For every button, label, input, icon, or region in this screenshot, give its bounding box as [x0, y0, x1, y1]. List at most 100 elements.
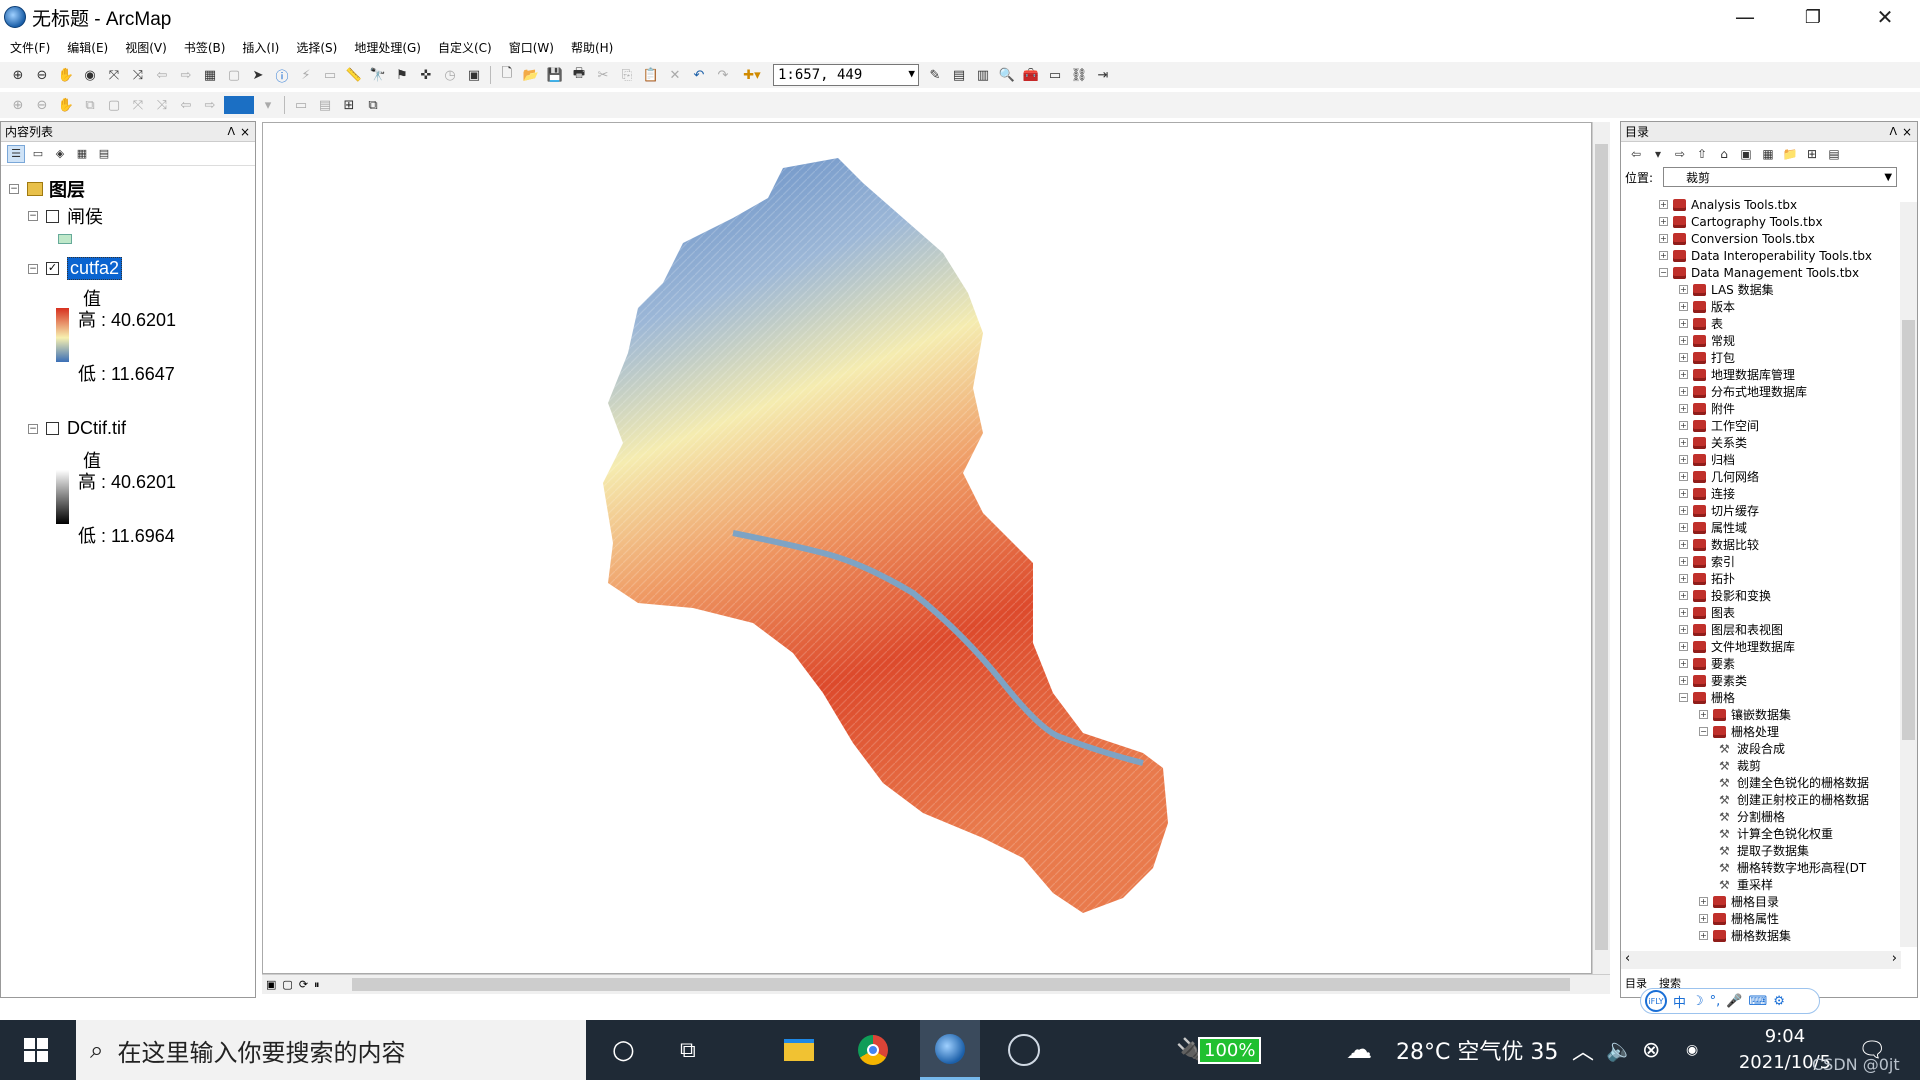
expand-icon[interactable]: +	[1699, 931, 1708, 940]
select-features-icon[interactable]: ▦	[200, 65, 220, 85]
find-route-icon[interactable]: ⚑	[392, 65, 412, 85]
catalog-toolset-item[interactable]: + 图表	[1679, 604, 1735, 621]
layer-visibility-checkbox[interactable]	[46, 209, 59, 223]
catalog-toolset-item[interactable]: + 栅格目录	[1699, 893, 1779, 910]
expand-icon[interactable]: +	[1679, 506, 1688, 515]
pan-icon[interactable]: ✋	[56, 65, 76, 85]
scroll-thumb[interactable]	[352, 978, 1570, 991]
catalog-toolset-item[interactable]: + 地理数据库管理	[1679, 366, 1795, 383]
ifly-logo-icon[interactable]: iFLY	[1645, 990, 1667, 1012]
expand-icon[interactable]: +	[1679, 591, 1688, 600]
scroll-thumb[interactable]	[1902, 320, 1915, 740]
restore-button[interactable]: ❐	[1778, 0, 1848, 34]
layers-root[interactable]: − 图层	[9, 176, 85, 202]
fixed-zoom-in-icon[interactable]: ⤧	[104, 65, 124, 85]
catalog-window-icon[interactable]: ▥	[973, 65, 993, 85]
catalog-toolset-item[interactable]: + 图层和表视图	[1679, 621, 1783, 638]
ifly-tray-icon[interactable]: ◉	[1686, 1020, 1698, 1080]
catalog-tool-item[interactable]: ⚒ 计算全色锐化权重	[1719, 825, 1833, 842]
select-elements-icon[interactable]: ➤	[248, 65, 268, 85]
connect-folder-icon[interactable]: ▣	[1737, 145, 1755, 163]
catalog-toolset-item[interactable]: + 文件地理数据库	[1679, 638, 1795, 655]
go-to-xy-icon[interactable]: ✜	[416, 65, 436, 85]
scroll-thumb[interactable]	[1595, 144, 1608, 950]
close-icon[interactable]: ×	[1902, 125, 1912, 139]
find-icon[interactable]: 🔭	[368, 65, 388, 85]
view-options-icon[interactable]: ▦	[1759, 145, 1777, 163]
list-by-selection-icon[interactable]: ▦	[73, 145, 91, 163]
zoom-in-icon[interactable]: ⊕	[8, 65, 28, 85]
collapse-icon[interactable]: −	[28, 211, 38, 221]
expand-icon[interactable]: +	[1679, 302, 1688, 311]
expand-icon[interactable]: +	[1679, 353, 1688, 362]
catalog-toolset-item[interactable]: + 归档	[1679, 451, 1735, 468]
print-icon[interactable]: 🖶	[569, 65, 589, 85]
tab-catalog[interactable]: 目录	[1625, 975, 1647, 991]
catalog-horizontal-scrollbar[interactable]: ‹ ›	[1621, 951, 1901, 969]
windows-start-icon[interactable]	[24, 1038, 48, 1062]
task-view-icon[interactable]: ⧉	[680, 1020, 696, 1080]
expand-icon[interactable]: +	[1659, 200, 1668, 209]
scroll-right-icon[interactable]: ›	[1892, 951, 1897, 966]
layer-cutfa2[interactable]: − ✓ cutfa2	[28, 257, 123, 280]
catalog-toolset-item[interactable]: + 索引	[1679, 553, 1735, 570]
cortana-icon[interactable]: ○	[612, 1020, 635, 1080]
fixed-layout-zoom-in-icon[interactable]: ⤧	[128, 95, 148, 115]
catalog-toolset-item[interactable]: + 拓扑	[1679, 570, 1735, 587]
layout-pan-icon[interactable]: ✋	[56, 95, 76, 115]
notification-icon[interactable]: 🗨	[1858, 1020, 1886, 1080]
catalog-toolbox-item[interactable]: + Data Interoperability Tools.tbx	[1659, 247, 1872, 264]
toggle-contents-icon[interactable]: ⊞	[1803, 145, 1821, 163]
expand-icon[interactable]: +	[1679, 370, 1688, 379]
catalog-toolset-item[interactable]: + 切片缓存	[1679, 502, 1759, 519]
expand-icon[interactable]: +	[1679, 523, 1688, 532]
close-icon[interactable]: ×	[240, 125, 250, 139]
settings-icon[interactable]: ⚙	[1773, 994, 1785, 1009]
volume-icon[interactable]: 🔈	[1606, 1020, 1633, 1080]
list-by-source-icon[interactable]: ▭	[29, 145, 47, 163]
focus-data-frame-icon[interactable]: ▤	[315, 95, 335, 115]
expand-icon[interactable]: +	[1679, 625, 1688, 634]
catalog-tool-item[interactable]: ⚒ 提取子数据集	[1719, 842, 1809, 859]
measure-icon[interactable]: 📏	[344, 65, 364, 85]
expand-icon[interactable]: +	[1679, 404, 1688, 413]
editor-toolbar-icon[interactable]: ✎	[925, 65, 945, 85]
catalog-toolset-item[interactable]: + 几何网络	[1679, 468, 1759, 485]
catalog-toolset-item[interactable]: + 关系类	[1679, 434, 1747, 451]
time-slider-icon[interactable]: ◷	[440, 65, 460, 85]
menu-view[interactable]: 视图(V)	[125, 39, 167, 56]
expand-icon[interactable]: +	[1699, 897, 1708, 906]
file-explorer-icon[interactable]	[780, 1020, 818, 1080]
html-popup-icon[interactable]: ▭	[320, 65, 340, 85]
chevron-up-icon[interactable]: ︿	[1572, 1020, 1594, 1080]
catalog-tool-item[interactable]: ⚒ 栅格转数字地形高程(DT	[1719, 859, 1866, 876]
new-document-icon[interactable]: 🗋	[497, 65, 517, 85]
change-layout-icon[interactable]: ⊞	[339, 95, 359, 115]
weather-text[interactable]: 28°C 空气优 35	[1396, 1020, 1558, 1080]
zoom-100-icon[interactable]: ▢	[104, 95, 124, 115]
catalog-toolset-item[interactable]: − 栅格	[1679, 689, 1735, 706]
expand-icon[interactable]: +	[1679, 387, 1688, 396]
collapse-icon[interactable]: −	[28, 423, 38, 434]
fixed-zoom-out-icon[interactable]: ⤨	[128, 65, 148, 85]
save-icon[interactable]: 💾	[545, 65, 565, 85]
menu-bookmarks[interactable]: 书签(B)	[184, 39, 226, 56]
copy-icon[interactable]: ⎘	[617, 65, 637, 85]
add-data-icon[interactable]: ✚▾	[737, 65, 767, 85]
catalog-toolset-item[interactable]: + 栅格数据集	[1699, 927, 1791, 944]
menu-selection[interactable]: 选择(S)	[296, 39, 337, 56]
globe-app-icon[interactable]	[1008, 1020, 1040, 1080]
map-vertical-scrollbar[interactable]	[1592, 122, 1610, 974]
menu-edit[interactable]: 编辑(E)	[67, 39, 108, 56]
pin-icon[interactable]: ᐱ	[227, 125, 235, 138]
ime-mode-chinese[interactable]: 中	[1673, 992, 1686, 1011]
catalog-toolset-item[interactable]: + 镶嵌数据集	[1699, 706, 1791, 723]
previous-layout-extent-icon[interactable]: ⇦	[176, 95, 196, 115]
catalog-toolset-item[interactable]: + 工作空间	[1679, 417, 1759, 434]
catalog-toolset-item[interactable]: + 版本	[1679, 298, 1735, 315]
forward-icon[interactable]: ⇨	[1671, 145, 1689, 163]
expand-icon[interactable]: +	[1679, 421, 1688, 430]
menu-insert[interactable]: 插入(I)	[242, 39, 279, 56]
catalog-toolbox-item[interactable]: + Cartography Tools.tbx	[1659, 213, 1823, 230]
expand-icon[interactable]: +	[1679, 676, 1688, 685]
